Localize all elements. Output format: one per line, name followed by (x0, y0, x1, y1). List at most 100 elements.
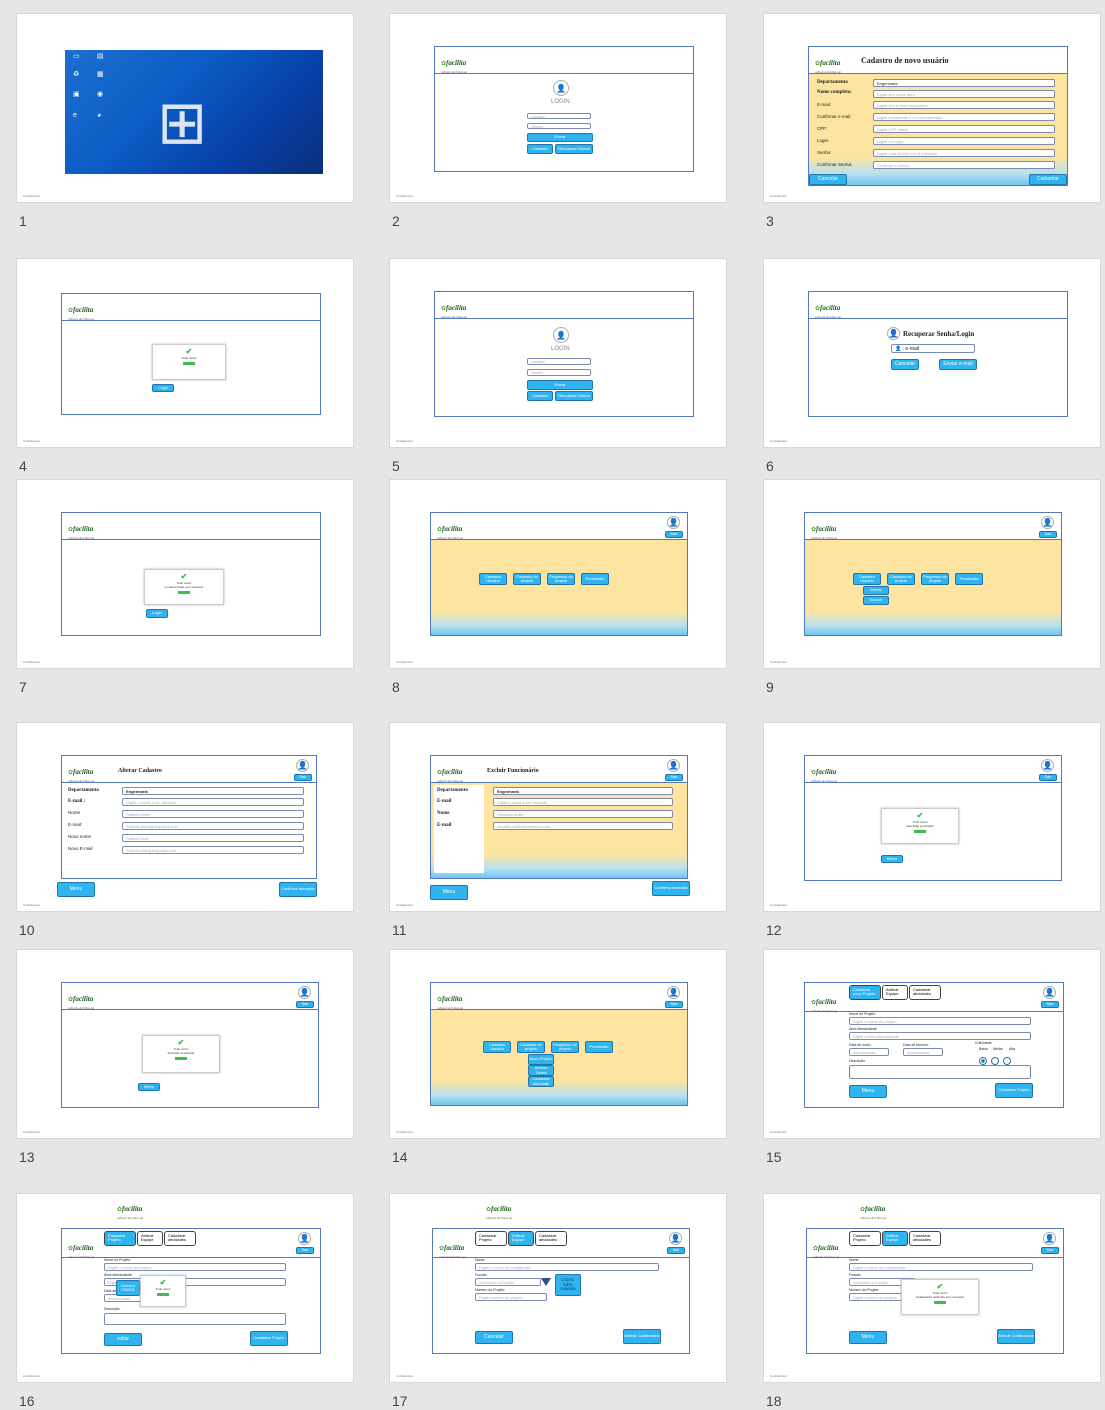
confirm-delete-button[interactable]: Confirma exclusão (652, 881, 690, 896)
slide-thumb[interactable]: ✿facilita software de follow-up ✔ Tudo ce… (17, 480, 353, 668)
menu-project-progress-button[interactable]: Progresso do projeto (921, 573, 949, 585)
name-input[interactable]: Digite seu nome aqui (873, 90, 1055, 98)
logout-button[interactable]: Sair (1041, 1001, 1059, 1008)
register-project-button[interactable]: Cadastrar Projeto (250, 1331, 288, 1346)
enter-button[interactable]: Entrar (527, 133, 593, 142)
function-select[interactable]: Selecione a Função (475, 1278, 541, 1286)
submenu-new-project-button[interactable]: Novo Projeto (528, 1054, 554, 1065)
tab-activities[interactable]: Cadastrar atividades (909, 985, 941, 1000)
submenu-alter-button[interactable]: Alterar (863, 586, 889, 595)
logout-button[interactable]: Sair (294, 774, 312, 781)
register-button[interactable]: Cadastro (527, 144, 553, 154)
tab-assign-team[interactable]: Atribuir Equipe (137, 1231, 163, 1246)
chevron-down-icon[interactable] (541, 1278, 551, 1286)
ok-button[interactable] (914, 830, 926, 833)
password-input[interactable]: Senha (527, 123, 591, 129)
name-input[interactable]: Patricia Alves (122, 810, 304, 818)
project-number-input[interactable]: Digite numero do projeto (475, 1293, 547, 1301)
area-input[interactable]: Digite a área demandante (849, 1032, 1031, 1040)
menu-button[interactable]: Menu (881, 855, 903, 863)
current-email-input[interactable]: Patricia.alves@empresa.com (122, 822, 304, 830)
tab-assign-team[interactable]: Atribuir Equipe (882, 985, 908, 1000)
register-submit-button[interactable]: Cadastrar (1029, 174, 1067, 185)
new-name-input[interactable]: Patricia Dias (122, 834, 304, 842)
slide-thumb[interactable]: ✿facilita software de follow-up 👤 LOGIN U… (390, 14, 726, 202)
menu-user-register-button[interactable]: Cadastro Usuário (853, 573, 881, 585)
project-name-input[interactable]: Digite o nome do projeto (104, 1263, 286, 1271)
cpf-input[interactable]: Digite CPF válido (873, 125, 1055, 133)
ok-button[interactable] (183, 362, 195, 365)
menu-project-progress-button[interactable]: Progresso do projeto (551, 1041, 579, 1053)
email-input[interactable]: Digite seu e-mail corporativo (873, 101, 1055, 109)
confirm-email-input[interactable]: Digite novamente o e-mail informado (873, 113, 1055, 121)
slide-thumb[interactable]: ✿facilita software de follow-up Cadastro … (764, 14, 1100, 202)
slide-thumb[interactable]: ✿facilita software de follow-up 👤 Sair Ca… (390, 480, 726, 668)
send-email-button[interactable]: Enviar e-mail (939, 359, 977, 370)
slide-thumb[interactable]: ✿facilita software de follow-up Excluir F… (390, 723, 726, 911)
crit-mid-radio[interactable] (991, 1057, 999, 1065)
enter-button[interactable]: Entrar (527, 380, 593, 390)
confirm-password-input[interactable]: Confirme a senha (873, 161, 1055, 169)
username-input[interactable]: Usuário (527, 358, 591, 365)
menu-button[interactable]: Menu (849, 1085, 887, 1098)
ok-button[interactable] (157, 1293, 169, 1296)
login-input[interactable]: Digite um login (873, 137, 1055, 145)
menu-button[interactable]: Menu (849, 1331, 887, 1344)
project-name-input[interactable]: Digite o nome do projeto (849, 1017, 1031, 1025)
menu-permission-button[interactable]: Permissão (585, 1041, 613, 1053)
back-button[interactable]: voltar (104, 1333, 142, 1346)
menu-permission-button[interactable]: Permissão (955, 573, 983, 585)
dept-select[interactable]: Engenharia (873, 79, 1055, 87)
slide-thumb[interactable]: ✿facilita software de follow-up Alterar C… (17, 723, 353, 911)
tab-register-project[interactable]: Cadastrar Projeto (849, 1231, 881, 1246)
description-input[interactable] (104, 1313, 286, 1325)
collaborator-name-input[interactable]: Digite o nome do colaborador (475, 1263, 659, 1271)
register-project-button[interactable]: Cadastrar Projeto (995, 1083, 1033, 1098)
crit-high-radio[interactable] (1003, 1057, 1011, 1065)
logout-button[interactable]: Sair (665, 531, 683, 538)
email-input[interactable]: Digite o email a ser excluído (493, 798, 673, 806)
cancel-button[interactable]: Cancelar (809, 174, 847, 185)
tab-activities[interactable]: Cadastrar atividades (909, 1231, 941, 1246)
collaborator-name-input[interactable]: Digite o nome do colaborador (849, 1263, 1033, 1271)
slide-thumb[interactable]: ✿facilita software de follow-up Cadastrar… (764, 950, 1100, 1138)
menu-button[interactable]: Menu (430, 885, 468, 900)
dept-select[interactable]: Engenharia (122, 787, 304, 795)
start-date-input[interactable]: dd/mm/aaaa (849, 1048, 889, 1056)
menu-project-register-button[interactable]: Cadastro de projeto (887, 573, 915, 585)
name-input[interactable]: Reinaldo Abilio (493, 810, 673, 818)
menu-project-register-button[interactable]: Cadastro de projeto (513, 573, 541, 585)
submenu-register-activity-button[interactable]: Cadastrar Atividade (528, 1076, 554, 1087)
tab-assign-team[interactable]: Atribuir Equipe (882, 1231, 908, 1246)
slide-thumb[interactable]: ✿facilita software de follow-up ✿facilita… (390, 1194, 726, 1382)
logout-button[interactable]: Sair (1039, 531, 1057, 538)
username-input[interactable]: Usuário (527, 113, 591, 119)
menu-project-register-button[interactable]: Cadastro de projeto (517, 1041, 545, 1053)
logout-button[interactable]: Sair (296, 1247, 314, 1254)
logout-button[interactable]: Sair (296, 1001, 314, 1008)
email-value-input[interactable]: reinaldo.abilio@empresa.com (493, 822, 673, 830)
recover-password-button[interactable]: Recuperar Senha (555, 391, 593, 401)
slide-thumb[interactable]: ✿facilita software de follow-up 👤 Recuper… (764, 259, 1100, 447)
submenu-assign-task-button[interactable]: Atribuir Tarefa (528, 1065, 554, 1076)
tab-activities[interactable]: Cadastrar atividades (535, 1231, 567, 1246)
password-input[interactable]: Digite uma senha com 8 posições (873, 149, 1055, 157)
tab-register-project[interactable]: Cadastrar Projeto (104, 1231, 136, 1246)
tab-new-project[interactable]: Cadastrar novo Projeto (849, 985, 881, 1000)
logout-button[interactable]: Sair (1039, 774, 1057, 781)
password-input[interactable]: Senha (527, 369, 591, 376)
slide-thumb[interactable]: ✿facilita software de follow-up 👤 Sair Ca… (390, 950, 726, 1138)
function-options-list[interactable]: Coord. Adm. Usuário (555, 1274, 581, 1296)
slide-thumb[interactable]: ✿facilita software de follow-up ✔ Tudo ce… (17, 259, 353, 447)
end-date-input[interactable]: dd/mm/aaaa (903, 1048, 943, 1056)
ok-button[interactable] (178, 591, 190, 594)
slide-thumb[interactable]: ✿facilita software de follow-up 👤 Sair ✔ … (17, 950, 353, 1138)
cancel-button[interactable]: Cancelar (475, 1331, 513, 1344)
login-button[interactable]: Login (146, 609, 168, 618)
cancel-button[interactable]: Cancelar (891, 359, 919, 370)
logout-button[interactable]: Sair (665, 774, 683, 781)
email-input[interactable]: Digite o email a ser alterado (122, 798, 304, 806)
slide-thumb[interactable]: ✿facilita software de follow-up ✿facilita… (764, 1194, 1100, 1382)
slide-thumb[interactable]: ✿facilita software de follow-up 👤 Sair Ca… (764, 480, 1100, 668)
menu-button[interactable]: Menu (138, 1083, 160, 1091)
